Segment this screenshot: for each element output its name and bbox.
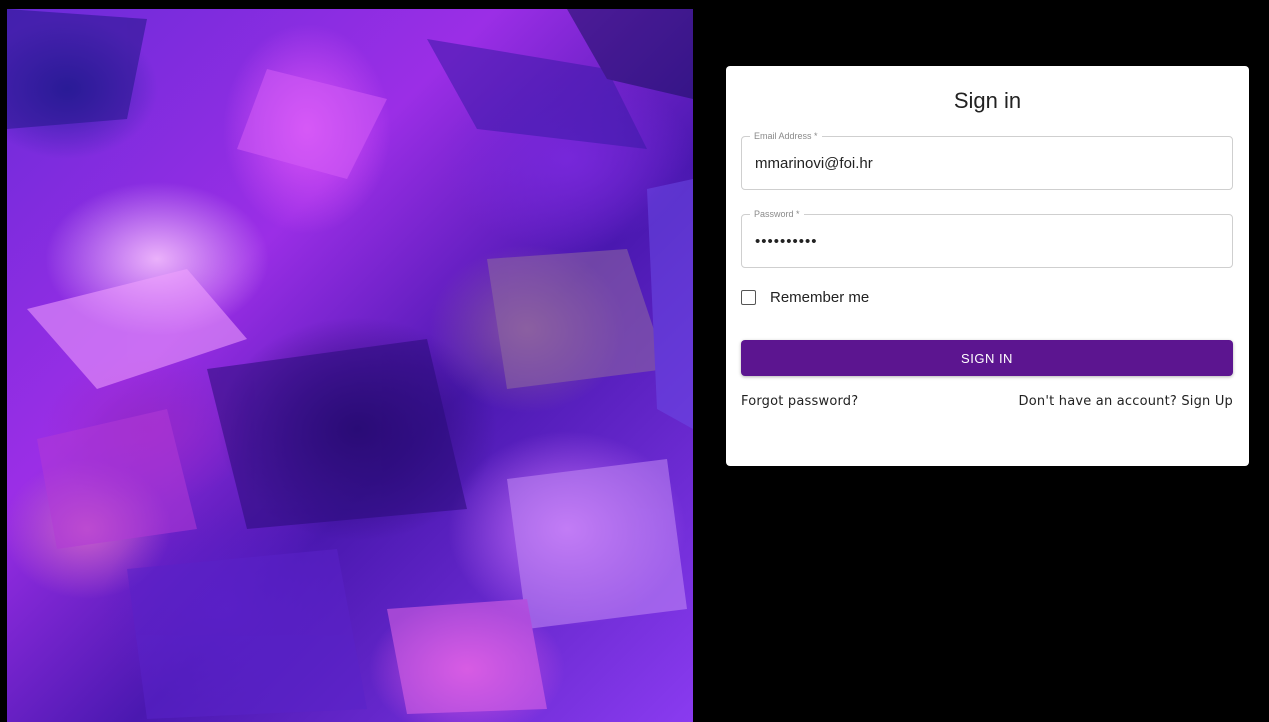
- abstract-painting-image: [7, 9, 693, 722]
- forgot-password-link[interactable]: Forgot password?: [741, 394, 858, 409]
- email-input[interactable]: [755, 149, 1215, 177]
- paint-strokes: [7, 9, 693, 719]
- paint-stroke: [7, 9, 147, 129]
- email-field-label: Email Address *: [750, 130, 822, 142]
- paint-stroke: [237, 69, 387, 179]
- password-input[interactable]: [755, 227, 1215, 255]
- sign-in-page: Sign in Email Address * Password * Remem…: [0, 0, 1269, 722]
- paint-stroke: [507, 459, 687, 629]
- remember-me-label: Remember me: [770, 288, 870, 306]
- sign-in-button[interactable]: SIGN IN: [741, 340, 1233, 376]
- paint-stroke: [487, 249, 667, 389]
- email-field[interactable]: Email Address *: [741, 130, 1233, 190]
- checkbox-unchecked-icon[interactable]: [741, 289, 756, 305]
- paint-stroke: [127, 549, 367, 719]
- paint-stroke: [647, 179, 693, 429]
- sign-in-card: Sign in Email Address * Password * Remem…: [726, 66, 1249, 466]
- sign-up-link[interactable]: Don't have an account? Sign Up: [1019, 394, 1233, 409]
- password-field-label: Password *: [750, 208, 804, 220]
- paint-stroke: [387, 599, 547, 714]
- password-field[interactable]: Password *: [741, 208, 1233, 268]
- remember-me-option[interactable]: Remember me: [741, 287, 869, 307]
- paint-stroke: [37, 409, 197, 549]
- card-title: Sign in: [953, 88, 1022, 113]
- paint-stroke: [207, 339, 467, 529]
